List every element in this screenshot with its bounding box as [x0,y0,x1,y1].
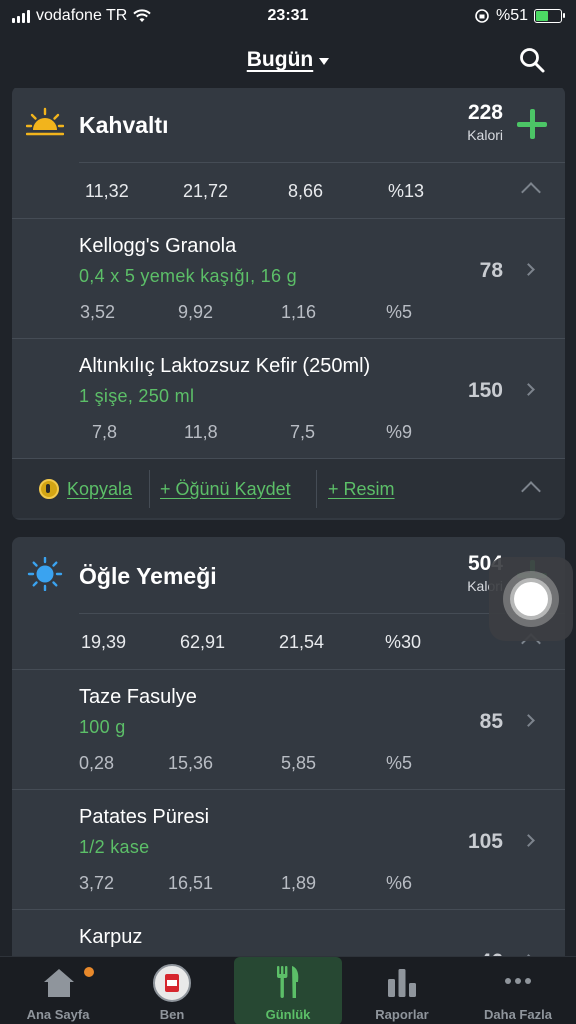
sun-icon [27,557,63,591]
tab-bar: Ana Sayfa Ben Günlük Raporlar Daha Fazla [0,956,576,1024]
food-amount: 1/2 kase [79,837,150,857]
food-name: Patates Püresi [79,806,210,828]
battery-icon [534,9,565,23]
sunrise-icon [26,107,64,136]
notification-badge [84,967,94,977]
tab-label: Günlük [265,1007,311,1022]
rotation-lock-icon [475,9,489,23]
chevron-right-icon [522,834,535,847]
tab-label: Daha Fazla [484,1007,552,1022]
diary-scroll[interactable]: Kahvaltı 228 Kalori 11,32 21,72 8,66 %13… [0,88,576,956]
food-fat: 7,5 [290,422,316,442]
total-protein: 19,39 [81,632,127,652]
food-fat: 5,85 [281,753,317,773]
food-percent: %9 [386,422,413,442]
tab-label: Ana Sayfa [26,1007,90,1022]
food-item[interactable]: Kellogg's Granola 0,4 x 5 yemek kaşığı, … [12,218,565,338]
food-amount: 100 g [79,717,126,737]
tab-me[interactable]: Ben [118,957,226,1024]
tab-reports[interactable]: Raporlar [348,957,456,1024]
top-header: Bugün [0,32,576,88]
tab-more[interactable]: Daha Fazla [464,957,572,1024]
total-carbs: 21,72 [183,181,229,201]
food-name: Karpuz [79,926,143,948]
status-bar: vodafone TR 23:31 %51 [0,0,576,32]
food-protein: 3,72 [79,873,115,893]
food-percent: %6 [386,873,413,893]
avatar-icon [153,964,191,1002]
meal-card-breakfast: Kahvaltı 228 Kalori 11,32 21,72 8,66 %13… [12,88,565,520]
page-title: Bugün [246,48,314,71]
carrier-name: vodafone TR [36,7,128,24]
divider [149,470,150,508]
food-name: Kellogg's Granola [79,235,237,257]
search-icon[interactable] [518,46,546,74]
food-percent: %5 [386,753,413,773]
food-amount: 0,4 x 5 yemek kaşığı, 16 g [79,266,297,286]
food-carbs: 15,36 [168,753,214,773]
meal-card-lunch: Öğle Yemeği 504 Kalori 19,39 62,91 21,54… [12,537,565,956]
home-icon [44,969,74,997]
food-amount: 1 şişe, 250 ml [79,386,195,406]
food-calories: 85 [479,710,503,733]
tab-label: Ben [159,1007,185,1022]
add-food-button[interactable] [517,109,547,139]
battery-percent: %51 [495,7,528,24]
copy-button[interactable]: Kopyala [67,479,132,500]
total-fat: 8,66 [288,181,324,201]
meal-calories: 228 Kalori [467,101,503,143]
food-item[interactable]: Taze Fasulye 100 g 0,28 15,36 5,85 %5 85 [12,669,565,789]
food-fat: 1,16 [281,302,317,322]
food-item[interactable]: Altınkılıç Laktozsuz Kefir (250ml) 1 şiş… [12,338,565,458]
divider [316,470,317,508]
fork-knife-icon [277,966,299,998]
save-meal-button[interactable]: + Öğünü Kaydet [160,479,291,500]
food-carbs: 16,51 [168,873,214,893]
collapse-actions-chevron-icon[interactable] [521,481,541,501]
food-name: Altınkılıç Laktozsuz Kefir (250ml) [79,355,371,377]
food-calories: 78 [479,259,503,282]
meal-title[interactable]: Öğle Yemeği [79,563,217,590]
food-protein: 3,52 [80,302,116,322]
date-selector[interactable]: Bugün [246,48,330,72]
food-calories: 150 [467,379,503,402]
meal-title[interactable]: Kahvaltı [79,112,168,139]
meal-calories-label: Kalori [467,127,503,143]
tab-home[interactable]: Ana Sayfa [4,957,112,1024]
chevron-right-icon [522,383,535,396]
wifi-icon [133,9,152,22]
food-percent: %5 [386,302,413,322]
meal-calories-value: 228 [467,101,503,124]
total-percent: %30 [385,632,422,652]
add-photo-button[interactable]: + Resim [328,479,395,500]
food-name: Taze Fasulye [79,686,197,708]
total-protein: 11,32 [85,181,129,201]
more-icon [505,978,531,984]
food-carbs: 9,92 [178,302,214,322]
food-protein: 7,8 [92,422,118,442]
food-fat: 1,89 [281,873,317,893]
total-carbs: 62,91 [180,632,226,652]
premium-key-icon [39,479,59,499]
signal-icon [12,9,30,23]
caret-down-icon [319,57,330,65]
meal-header: Kahvaltı 228 Kalori [12,88,565,162]
food-item[interactable]: Patates Püresi 1/2 kase 3,72 16,51 1,89 … [12,789,565,909]
collapse-chevron-icon[interactable] [521,182,541,202]
meal-header: Öğle Yemeği 504 Kalori [12,537,565,613]
meal-macro-totals: 11,32 21,72 8,66 %13 [79,162,565,218]
chevron-right-icon [522,714,535,727]
tab-diary[interactable]: Günlük [234,957,342,1024]
food-protein: 0,28 [79,753,115,773]
food-item[interactable]: Karpuz 46 [12,909,565,956]
bar-chart-icon [388,969,416,997]
meal-actions: Kopyala + Öğünü Kaydet + Resim [12,458,565,518]
food-calories: 105 [467,830,503,853]
total-fat: 21,54 [279,632,325,652]
food-carbs: 11,8 [184,422,218,442]
tab-label: Raporlar [375,1007,429,1022]
total-percent: %13 [388,181,425,201]
chevron-right-icon [522,263,535,276]
assistive-touch-button[interactable] [489,557,573,641]
